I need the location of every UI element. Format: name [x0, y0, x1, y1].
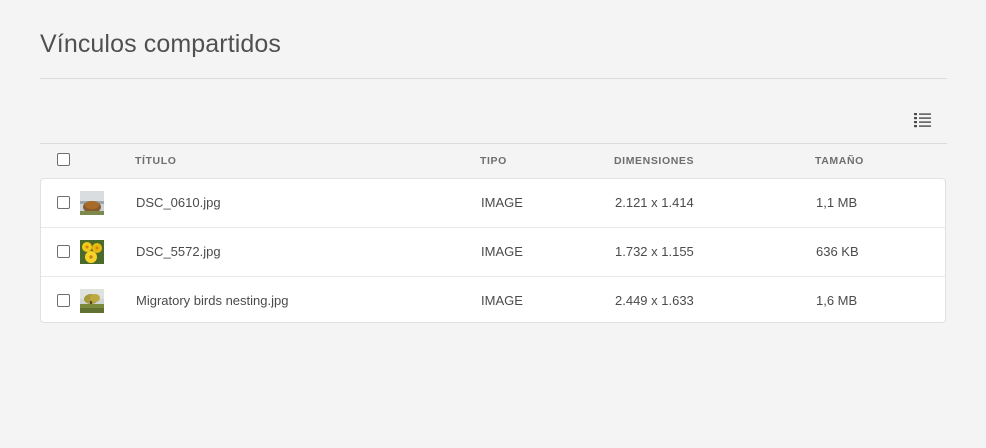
field-tree-thumbnail-icon[interactable]: [80, 289, 104, 313]
column-header-type[interactable]: Tipo: [480, 155, 507, 167]
file-title[interactable]: Migratory birds nesting.jpg: [136, 293, 288, 308]
list-view-icon: [913, 113, 931, 128]
file-dimensions: 2.121 x 1.414: [615, 195, 694, 210]
row-checkbox[interactable]: [57, 245, 70, 258]
file-size: 1,1 MB: [816, 195, 858, 210]
file-dimensions: 1.732 x 1.155: [615, 244, 694, 259]
table-row[interactable]: Migratory birds nesting.jpg IMAGE 2.449 …: [41, 277, 945, 325]
table-row[interactable]: DSC_0610.jpg IMAGE 2.121 x 1.414 1,1 MB: [41, 179, 945, 228]
title-divider: [40, 78, 947, 79]
file-type: IMAGE: [481, 195, 523, 210]
table-header-divider: [40, 143, 947, 144]
file-type: IMAGE: [481, 244, 523, 259]
view-toggle-button[interactable]: [910, 108, 934, 132]
file-table: DSC_0610.jpg IMAGE 2.121 x 1.414 1,1 MB …: [40, 178, 946, 323]
column-header-title[interactable]: Título: [135, 155, 177, 167]
file-type: IMAGE: [481, 293, 523, 308]
table-row[interactable]: DSC_5572.jpg IMAGE 1.732 x 1.155 636 KB: [41, 228, 945, 277]
landscape-thumbnail-icon[interactable]: [80, 191, 104, 215]
shared-links-page: Vínculos compartidos Título Tipo Dimensi…: [0, 0, 986, 448]
yellow-flowers-thumbnail-icon[interactable]: [80, 240, 104, 264]
file-title[interactable]: DSC_5572.jpg: [136, 244, 221, 259]
select-all-checkbox[interactable]: [57, 153, 70, 166]
row-checkbox[interactable]: [57, 196, 70, 209]
file-size: 1,6 MB: [816, 293, 858, 308]
file-title[interactable]: DSC_0610.jpg: [136, 195, 221, 210]
file-dimensions: 2.449 x 1.633: [615, 293, 694, 308]
row-checkbox[interactable]: [57, 294, 70, 307]
file-size: 636 KB: [816, 244, 859, 259]
page-title: Vínculos compartidos: [40, 30, 282, 58]
column-header-size[interactable]: Tamaño: [815, 155, 864, 167]
column-header-dimensions[interactable]: Dimensiones: [614, 155, 694, 167]
